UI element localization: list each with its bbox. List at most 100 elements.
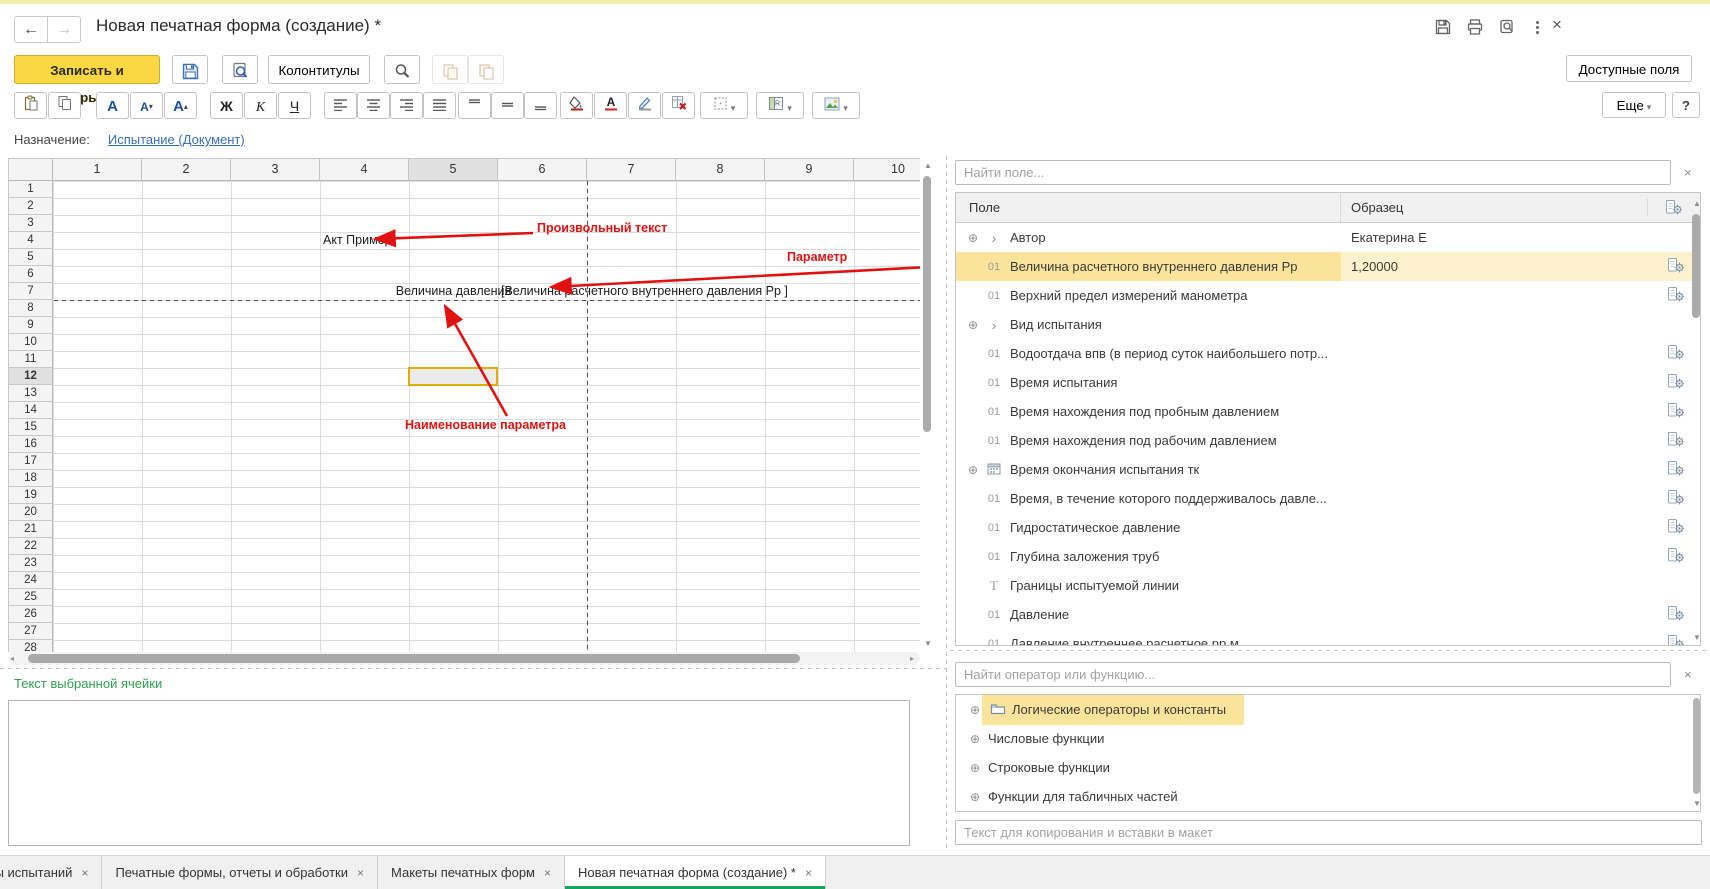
fill-sample-button[interactable] <box>1652 373 1700 392</box>
grid-column-header[interactable]: 2 <box>142 159 231 181</box>
copy-text-input[interactable] <box>955 820 1702 845</box>
fill-sample-icon[interactable] <box>1667 373 1685 389</box>
fields-scroll-up-icon[interactable]: ▲ <box>1693 200 1701 208</box>
chevron-right-icon[interactable]: › <box>978 230 1010 246</box>
selected-cell[interactable] <box>408 367 498 386</box>
fill-sample-icon[interactable] <box>1667 286 1685 302</box>
field-row[interactable]: 01Глубина заложения труб <box>956 542 1700 571</box>
fill-sample-icon[interactable] <box>1667 402 1685 418</box>
tab-close-icon[interactable]: × <box>544 866 551 880</box>
grid-row-header[interactable]: 17 <box>9 453 53 470</box>
save-and-close-button[interactable]: Записать и закрыть <box>14 55 160 84</box>
grid-row-header[interactable]: 22 <box>9 538 53 555</box>
fill-sample-button[interactable] <box>1652 344 1700 363</box>
grid-row-header[interactable]: 27 <box>9 623 53 640</box>
field-search-clear-icon[interactable]: × <box>1684 165 1692 180</box>
expand-icon[interactable]: ⊕ <box>956 231 978 245</box>
column-header-sample[interactable]: Образец <box>1341 200 1647 215</box>
field-row[interactable]: 01Верхний предел измерений манометра <box>956 281 1700 310</box>
clear-format-icon[interactable] <box>662 92 695 119</box>
grid-row-header[interactable]: 26 <box>9 606 53 623</box>
grid-row-header[interactable]: 8 <box>9 300 53 317</box>
expand-icon[interactable]: ⊕ <box>956 790 982 804</box>
expand-icon[interactable]: ⊕ <box>956 761 982 775</box>
grid-scroll-up-icon[interactable]: ▲ <box>924 162 932 170</box>
column-header-field[interactable]: Поле <box>956 194 1341 222</box>
grid-row-header[interactable]: 1 <box>9 181 53 198</box>
fill-sample-icon[interactable] <box>1667 634 1685 646</box>
tab-close-icon[interactable]: × <box>805 866 812 880</box>
font-button[interactable]: А <box>96 92 129 119</box>
text-color-icon[interactable]: А <box>594 92 627 119</box>
grid-column-header[interactable]: 7 <box>587 159 676 181</box>
grid-horizontal-scrollbar[interactable] <box>28 654 800 663</box>
fill-sample-icon[interactable] <box>1667 460 1685 476</box>
fill-sample-button[interactable] <box>1652 605 1700 624</box>
grid-column-header[interactable]: 3 <box>231 159 320 181</box>
grid-cell-text[interactable]: [Величина расчетного внутреннего давлени… <box>501 283 788 300</box>
bottom-tab[interactable]: Макеты печатных форм× <box>378 856 565 889</box>
align-left-icon[interactable] <box>324 92 357 119</box>
fields-scrollbar[interactable] <box>1692 214 1700 318</box>
grid-row-header[interactable]: 3 <box>9 215 53 232</box>
headers-footers-button[interactable]: Колонтитулы <box>268 55 370 84</box>
underline-button[interactable]: Ч <box>278 92 311 119</box>
function-category-row[interactable]: ⊕Числовые функции <box>956 724 1700 753</box>
fill-sample-icon[interactable] <box>1667 605 1685 621</box>
fill-sample-icon[interactable] <box>1667 518 1685 534</box>
grid-column-header[interactable]: 4 <box>320 159 409 181</box>
fill-sample-icon[interactable] <box>1667 344 1685 360</box>
fill-sample-button[interactable] <box>1652 547 1700 566</box>
valign-top-icon[interactable] <box>458 92 491 119</box>
grid-vertical-scrollbar[interactable] <box>923 176 931 432</box>
grid-row-header[interactable]: 15 <box>9 419 53 436</box>
grid-row-header[interactable]: 14 <box>9 402 53 419</box>
function-category-row[interactable]: ⊕Строковые функции <box>956 753 1700 782</box>
fill-sample-button[interactable] <box>1652 431 1700 450</box>
grid-row-header[interactable]: 28 <box>9 640 53 652</box>
functions-scroll-down-icon[interactable]: ▼ <box>1693 800 1701 808</box>
grid-cell-text[interactable]: Величина давления <box>396 283 511 300</box>
increase-font-size-button[interactable]: А▴ <box>164 92 197 119</box>
kebab-menu-icon[interactable] <box>1530 19 1544 36</box>
cell-text-editor[interactable] <box>8 700 910 846</box>
field-row[interactable]: 01Величина расчетного внутреннего давлен… <box>956 252 1700 281</box>
expand-icon[interactable]: ⊕ <box>956 318 978 332</box>
grid-corner-cell[interactable] <box>9 159 53 181</box>
grid-scroll-left-icon[interactable]: ◂ <box>10 655 14 663</box>
function-category-row[interactable]: ⊕Логические операторы и константы <box>956 695 1700 724</box>
functions-scrollbar[interactable] <box>1693 698 1700 794</box>
expand-icon[interactable]: ⊕ <box>956 463 978 477</box>
copy-icon[interactable] <box>48 92 81 119</box>
grid-row-header[interactable]: 18 <box>9 470 53 487</box>
line-color-icon[interactable] <box>628 92 661 119</box>
assignment-link[interactable]: Испытание (Документ) <box>108 132 245 147</box>
tab-close-icon[interactable]: × <box>81 866 88 880</box>
picture-dropdown[interactable]: ▾ <box>812 92 860 119</box>
field-row[interactable]: 01Время испытания <box>956 368 1700 397</box>
grid-row-header[interactable]: 20 <box>9 504 53 521</box>
back-button[interactable]: ← <box>14 16 48 43</box>
grid-row-header[interactable]: 23 <box>9 555 53 572</box>
function-category-row[interactable]: ⊕Функции для табличных частей <box>956 782 1700 811</box>
fill-sample-button[interactable] <box>1652 402 1700 421</box>
grid-column-header[interactable]: 6 <box>498 159 587 181</box>
horizontal-splitter[interactable] <box>0 668 946 669</box>
grid-row-header[interactable]: 2 <box>9 198 53 215</box>
valign-bottom-icon[interactable] <box>524 92 557 119</box>
find-button[interactable] <box>384 55 420 84</box>
tab-close-icon[interactable]: × <box>357 866 364 880</box>
save-icon[interactable] <box>1432 17 1454 37</box>
fill-color-icon[interactable] <box>560 92 593 119</box>
grid-row-header[interactable]: 24 <box>9 572 53 589</box>
field-row[interactable]: ⊕Время окончания испытания тк <box>956 455 1700 484</box>
copy-to-clipboard-button[interactable] <box>432 55 468 84</box>
grid-row-header[interactable]: 19 <box>9 487 53 504</box>
grid-row-header[interactable]: 25 <box>9 589 53 606</box>
cell-appearance-dropdown[interactable]: R:▾ <box>756 92 804 119</box>
grid-row-header[interactable]: 21 <box>9 521 53 538</box>
decrease-font-size-button[interactable]: А▾ <box>130 92 163 119</box>
bottom-tab[interactable]: ды испытаний× <box>0 856 102 889</box>
grid-scroll-down-icon[interactable]: ▼ <box>924 640 932 648</box>
expand-icon[interactable]: ⊕ <box>956 703 982 717</box>
